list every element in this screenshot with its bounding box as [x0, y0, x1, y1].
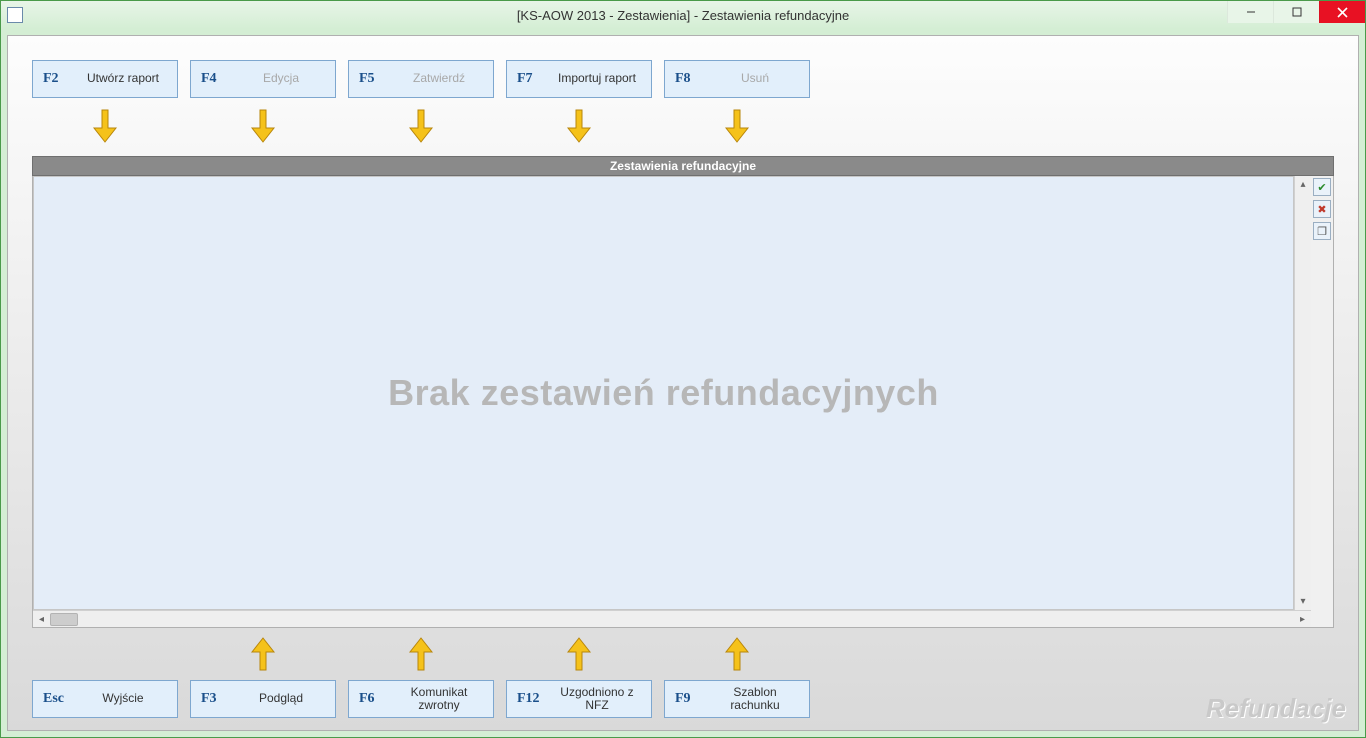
close-button[interactable]: [1319, 1, 1365, 23]
top-button-row: F2 Utwórz raport F4 Edycja F5 Zatwierdź …: [32, 60, 1334, 98]
arrow-up-icon: [250, 636, 276, 672]
delete-button[interactable]: F8 Usuń: [664, 60, 810, 98]
close-icon: [1337, 7, 1348, 18]
approve-button[interactable]: F5 Zatwierdź: [348, 60, 494, 98]
vertical-scrollbar[interactable]: ▴ ▾: [1294, 176, 1311, 610]
scroll-up-icon[interactable]: ▴: [1295, 176, 1311, 193]
grid-area: Brak zestawień refundacyjnych ▴ ▾ ◂: [33, 176, 1311, 627]
scroll-down-icon[interactable]: ▾: [1295, 593, 1311, 610]
exit-button[interactable]: Esc Wyjście: [32, 680, 178, 718]
app-icon: [7, 7, 23, 23]
arrow-down-icon: [250, 108, 276, 144]
maximize-icon: [1292, 7, 1302, 17]
minimize-icon: [1246, 7, 1256, 17]
button-label: Zatwierdź: [395, 72, 483, 85]
button-label: Podgląd: [237, 692, 325, 705]
button-label: Usuń: [711, 72, 799, 85]
arrow-up-icon: [566, 636, 592, 672]
invoice-template-button[interactable]: F9 Szablon rachunku: [664, 680, 810, 718]
panel-header: Zestawienia refundacyjne: [32, 156, 1334, 176]
empty-message: Brak zestawień refundacyjnych: [388, 372, 939, 414]
arrow-down-icon: [724, 108, 750, 144]
button-label: Utwórz raport: [79, 72, 167, 85]
side-toolbar: ✔ ✖ ❐: [1311, 176, 1333, 627]
agreed-nfz-button[interactable]: F12 Uzgodniono z NFZ: [506, 680, 652, 718]
scroll-track[interactable]: [1295, 193, 1311, 593]
columns-icon[interactable]: ❐: [1313, 222, 1331, 240]
scroll-thumb[interactable]: [50, 613, 78, 626]
fkey-label: F9: [675, 691, 711, 707]
horizontal-scrollbar[interactable]: ◂ ▸: [33, 610, 1311, 627]
button-label: Wyjście: [79, 692, 167, 705]
fkey-label: F6: [359, 691, 395, 707]
top-arrow-row: [32, 108, 1334, 144]
fkey-label: F8: [675, 71, 711, 87]
window-title: [KS-AOW 2013 - Zestawienia] - Zestawieni…: [1, 8, 1365, 23]
fkey-label: F2: [43, 71, 79, 87]
preview-button[interactable]: F3 Podgląd: [190, 680, 336, 718]
arrow-up-icon: [408, 636, 434, 672]
client-area: F2 Utwórz raport F4 Edycja F5 Zatwierdź …: [7, 35, 1359, 731]
create-report-button[interactable]: F2 Utwórz raport: [32, 60, 178, 98]
button-label: Uzgodniono z NFZ: [553, 686, 641, 712]
bottom-arrow-row: [32, 636, 1334, 672]
fkey-label: Esc: [43, 691, 79, 707]
app-window: [KS-AOW 2013 - Zestawienia] - Zestawieni…: [0, 0, 1366, 738]
button-label: Importuj raport: [553, 72, 641, 85]
arrow-down-icon: [92, 108, 118, 144]
bottom-button-row: Esc Wyjście F3 Podgląd F6 Komunikat zwro…: [32, 680, 1334, 718]
button-label: Szablon rachunku: [711, 686, 799, 712]
fkey-label: F12: [517, 691, 553, 707]
fkey-label: F7: [517, 71, 553, 87]
fkey-label: F3: [201, 691, 237, 707]
main-panel: Zestawienia refundacyjne Brak zestawień …: [32, 156, 1334, 628]
fkey-label: F4: [201, 71, 237, 87]
window-controls: [1227, 1, 1365, 23]
scroll-right-icon[interactable]: ▸: [1294, 611, 1311, 628]
edit-button[interactable]: F4 Edycja: [190, 60, 336, 98]
grid-content[interactable]: Brak zestawień refundacyjnych: [33, 176, 1294, 610]
panel-body: Brak zestawień refundacyjnych ▴ ▾ ◂: [32, 176, 1334, 628]
maximize-button[interactable]: [1273, 1, 1319, 23]
feedback-button[interactable]: F6 Komunikat zwrotny: [348, 680, 494, 718]
arrow-down-icon: [566, 108, 592, 144]
scroll-left-icon[interactable]: ◂: [33, 611, 50, 628]
bottom-area: Esc Wyjście F3 Podgląd F6 Komunikat zwro…: [32, 636, 1334, 718]
titlebar: [KS-AOW 2013 - Zestawienia] - Zestawieni…: [1, 1, 1365, 29]
filter-clear-icon[interactable]: ✖: [1313, 200, 1331, 218]
arrow-up-icon: [724, 636, 750, 672]
filter-apply-icon[interactable]: ✔: [1313, 178, 1331, 196]
minimize-button[interactable]: [1227, 1, 1273, 23]
button-label: Komunikat zwrotny: [395, 686, 483, 712]
import-report-button[interactable]: F7 Importuj raport: [506, 60, 652, 98]
fkey-label: F5: [359, 71, 395, 87]
scroll-track[interactable]: [50, 611, 1294, 627]
button-label: Edycja: [237, 72, 325, 85]
arrow-down-icon: [408, 108, 434, 144]
